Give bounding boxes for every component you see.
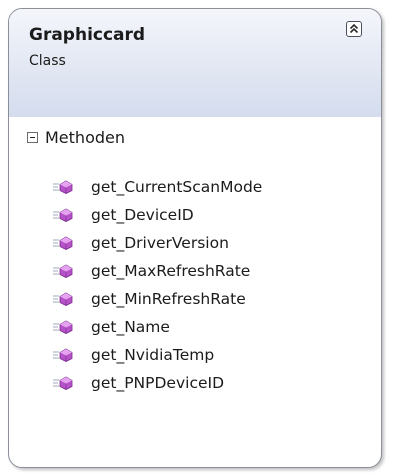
method-item[interactable]: get_CurrentScanMode	[52, 173, 262, 201]
class-name: Graphiccard	[29, 25, 146, 45]
method-item[interactable]: get_MaxRefreshRate	[52, 257, 262, 285]
method-cube-icon	[53, 236, 73, 250]
method-item[interactable]: get_DriverVersion	[52, 229, 262, 257]
class-shape[interactable]: Graphiccard Class Methoden get_CurrentSc…	[8, 8, 382, 468]
method-item[interactable]: get_MinRefreshRate	[52, 285, 262, 313]
method-item[interactable]: get_NvidiaTemp	[52, 341, 262, 369]
methods-section-header[interactable]: Methoden	[27, 126, 125, 148]
method-cube-icon	[53, 348, 73, 362]
methods-section-label: Methoden	[45, 127, 125, 147]
method-cube-icon	[53, 376, 73, 390]
method-name: get_MinRefreshRate	[91, 290, 246, 308]
method-cube-icon	[53, 320, 73, 334]
method-item[interactable]: get_PNPDeviceID	[52, 369, 262, 397]
method-name: get_NvidiaTemp	[91, 346, 215, 364]
method-cube-icon	[53, 208, 73, 222]
collapse-button[interactable]	[346, 21, 362, 37]
method-cube-icon	[53, 292, 73, 306]
method-name: get_Name	[91, 318, 170, 336]
double-chevron-up-icon	[349, 23, 359, 34]
minus-box-icon[interactable]	[27, 131, 38, 143]
method-item[interactable]: get_Name	[52, 313, 262, 341]
method-name: get_DriverVersion	[91, 234, 229, 252]
methods-list: get_CurrentScanMode get_DeviceID get_Drive…	[52, 173, 262, 397]
class-kind: Class	[29, 53, 66, 69]
class-header: Graphiccard Class	[9, 9, 381, 117]
method-name: get_DeviceID	[91, 206, 194, 224]
method-item[interactable]: get_DeviceID	[52, 201, 262, 229]
method-name: get_MaxRefreshRate	[91, 262, 251, 280]
method-cube-icon	[53, 264, 73, 278]
method-name: get_CurrentScanMode	[91, 178, 263, 196]
method-cube-icon	[53, 180, 73, 194]
method-name: get_PNPDeviceID	[91, 374, 225, 392]
